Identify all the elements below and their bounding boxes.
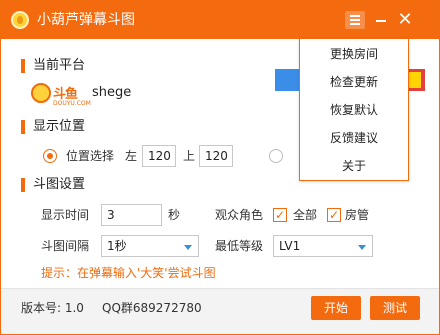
top-label: 上	[183, 149, 196, 163]
version-label: 版本号: 1.0	[21, 301, 84, 315]
qq-group-label: QQ群689272780	[102, 301, 202, 315]
app-title: 小葫芦弹幕斗图	[37, 12, 135, 28]
position-section-title: 显示位置	[33, 119, 86, 134]
test-button[interactable]: 测试	[370, 296, 420, 320]
chevron-down-icon	[358, 245, 366, 250]
role-all-label: 全部	[293, 208, 318, 222]
menu-item-feedback[interactable]: 反馈建议	[300, 125, 408, 151]
min-level-select[interactable]: LV1	[273, 235, 373, 257]
section-bar	[21, 59, 25, 73]
seconds-unit-label: 秒	[168, 208, 181, 222]
position-select-radio[interactable]	[43, 149, 57, 163]
left-label: 左	[125, 149, 138, 163]
settings-dropdown-menu: 更换房间 检查更新 恢复默认 反馈建议 关于	[299, 38, 409, 181]
platform-username: shege	[92, 85, 132, 100]
interval-select[interactable]: 1秒	[101, 235, 199, 257]
gourd-logo-icon	[11, 11, 29, 29]
menu-icon[interactable]	[345, 11, 365, 29]
hint-text: 提示：在弹幕输入'大笑'尝试斗图	[41, 266, 216, 280]
menu-item-check-update[interactable]: 检查更新	[300, 69, 408, 95]
min-level-select-value: LV1	[279, 239, 301, 253]
douyu-fish-icon	[31, 83, 51, 103]
interval-select-value: 1秒	[107, 239, 127, 253]
section-bar	[21, 120, 25, 134]
doutu-section-title: 斗图设置	[33, 177, 86, 192]
minimize-icon[interactable]	[371, 11, 391, 29]
top-input[interactable]: 120	[199, 145, 233, 167]
display-time-label: 显示时间	[41, 208, 90, 222]
display-time-input[interactable]: 3	[101, 204, 162, 226]
position-alt-radio[interactable]	[269, 149, 283, 163]
role-admin-checkbox[interactable]: ✓	[327, 208, 341, 222]
main-window: 小葫芦弹幕斗图 ✕ 当前平台 斗鱼 DOUYU.COM shege 显示位置 位…	[0, 0, 440, 335]
section-bar	[21, 178, 25, 192]
role-all-checkbox[interactable]: ✓	[273, 208, 287, 222]
menu-item-restore-default[interactable]: 恢复默认	[300, 97, 408, 123]
start-button[interactable]: 开始	[311, 296, 361, 320]
position-select-label: 位置选择	[66, 149, 115, 163]
interval-label: 斗图间隔	[41, 239, 90, 253]
audience-role-label: 观众角色	[215, 208, 264, 222]
title-bar[interactable]: 小葫芦弹幕斗图 ✕	[1, 1, 439, 39]
platform-section-title: 当前平台	[33, 58, 86, 73]
left-input[interactable]: 120	[142, 145, 176, 167]
close-icon[interactable]: ✕	[395, 11, 415, 29]
douyu-logo-subtext: DOUYU.COM	[53, 100, 91, 107]
menu-item-about[interactable]: 关于	[300, 153, 408, 179]
chevron-down-icon	[184, 245, 192, 250]
min-level-label: 最低等级	[215, 239, 264, 253]
douyu-logo: 斗鱼 DOUYU.COM	[31, 81, 91, 109]
role-admin-label: 房管	[345, 208, 370, 222]
menu-item-change-room[interactable]: 更换房间	[300, 41, 408, 67]
